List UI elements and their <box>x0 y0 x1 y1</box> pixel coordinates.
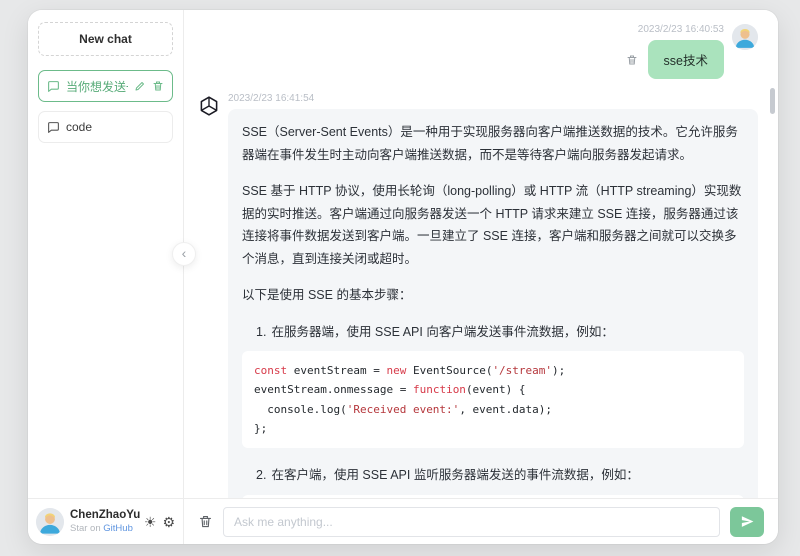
delete-message-icon[interactable] <box>626 54 638 66</box>
chat-area: ‹ 2023/2/23 16:40:53 sse技术 2023/2/23 16:… <box>172 10 778 498</box>
message-list: 2023/2/23 16:40:53 sse技术 2023/2/23 16:41… <box>184 10 778 498</box>
account-meta: ChenZhaoYu Star on GitHub <box>70 508 141 535</box>
delete-chat-icon[interactable] <box>152 80 164 92</box>
message-timestamp: 2023/2/23 16:40:53 <box>637 24 724 35</box>
composer <box>184 499 778 544</box>
account-subtitle: Star on GitHub <box>70 523 138 535</box>
paragraph: SSE（Server-Sent Events）是一种用于实现服务器向客户端推送数… <box>242 125 738 162</box>
clear-conversation-icon[interactable] <box>198 514 213 529</box>
list-number: 1. <box>256 324 267 339</box>
assistant-message-bubble: SSE（Server-Sent Events）是一种用于实现服务器向客户端推送数… <box>228 109 758 498</box>
code-block-client: app.get('/stream', (req, res) => { res.s… <box>242 494 744 498</box>
sidebar-item-chat-1[interactable]: code <box>38 111 173 143</box>
openai-logo-icon <box>198 95 220 117</box>
app-window: New chat 当你想发送一张照... <box>28 10 778 544</box>
footer: ChenZhaoYu Star on GitHub ☀ ⚙ <box>28 498 778 544</box>
list-number: 2. <box>256 468 267 482</box>
chat-title: code <box>66 120 93 134</box>
message-timestamp: 2023/2/23 16:41:54 <box>228 93 315 104</box>
send-button[interactable] <box>730 506 764 537</box>
account-name: ChenZhaoYu <box>70 509 141 522</box>
list-item: 2. 在客户端，使用 SSE API 监听服务器端发送的事件流数据，例如： <box>242 464 744 487</box>
code-block-server: const eventStream = new EventSource('/st… <box>242 351 744 448</box>
star-on-text: Star on <box>70 522 104 534</box>
edit-icon[interactable] <box>134 80 146 92</box>
paragraph: SSE 基于 HTTP 协议，使用长轮询（long-polling）或 HTTP… <box>242 184 742 266</box>
sidebar-collapse-button[interactable]: ‹ <box>172 242 196 266</box>
new-chat-label: New chat <box>79 32 132 46</box>
sidebar-item-chat-0[interactable]: 当你想发送一张照... <box>38 70 173 102</box>
user-message: 2023/2/23 16:40:53 sse技术 <box>198 20 758 79</box>
new-chat-button[interactable]: New chat <box>38 22 173 56</box>
settings-gear-icon[interactable]: ⚙ <box>162 515 175 529</box>
sidebar: New chat 当你想发送一张照... <box>28 10 184 498</box>
github-link[interactable]: GitHub <box>103 523 133 534</box>
assistant-message: 2023/2/23 16:41:54 SSE（Server-Sent Event… <box>198 93 758 498</box>
chat-title: 当你想发送一张照... <box>66 79 128 94</box>
chat-bubble-icon <box>47 80 60 93</box>
paragraph: 以下是使用 SSE 的基本步骤： <box>242 288 412 302</box>
paper-plane-icon <box>740 514 755 529</box>
account-section: ChenZhaoYu Star on GitHub ☀ ⚙ <box>28 499 184 544</box>
theme-toggle-icon[interactable]: ☀ <box>144 515 157 529</box>
list-text: 在服务器端，使用 SSE API 向客户端发送事件流数据，例如： <box>271 324 614 339</box>
chat-bubble-icon <box>47 121 60 134</box>
message-input[interactable] <box>223 506 720 537</box>
scrollbar-thumb[interactable] <box>770 88 775 114</box>
user-message-bubble: sse技术 <box>647 40 724 79</box>
user-avatar <box>36 507 64 536</box>
list-item: 1. 在服务器端，使用 SSE API 向客户端发送事件流数据，例如： <box>242 321 744 344</box>
user-avatar <box>732 24 758 50</box>
list-text: 在客户端，使用 SSE API 监听服务器端发送的事件流数据，例如： <box>271 468 639 482</box>
